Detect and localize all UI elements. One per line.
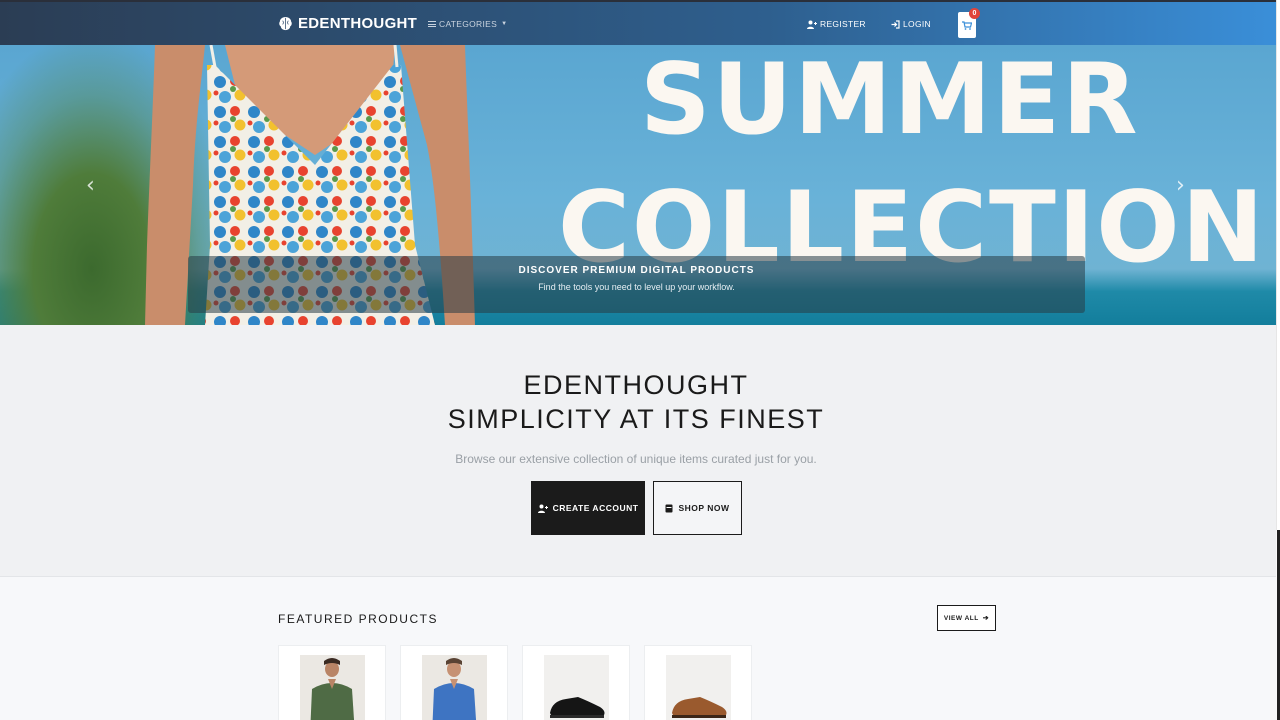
register-label: REGISTER	[820, 19, 866, 29]
navbar: EDENTHOUGHT CATEGORIES ▼ REGISTER LOGIN …	[0, 0, 1280, 45]
intro-subtitle: Browse our extensive collection of uniqu…	[455, 452, 817, 466]
cart-icon	[962, 20, 972, 30]
create-account-label: CREATE ACCOUNT	[552, 503, 639, 513]
intro-heading-line1: EDENTHOUGHT	[523, 370, 749, 400]
user-plus-icon	[537, 504, 548, 513]
categories-label: CATEGORIES	[439, 19, 498, 29]
blue-shirt-man-image	[422, 655, 487, 720]
login-link[interactable]: LOGIN	[891, 19, 931, 29]
carousel-prev-arrow[interactable]: ‹	[86, 173, 95, 198]
product-card[interactable]	[644, 645, 752, 720]
store-icon	[665, 504, 673, 512]
arrow-right-icon: ➔	[982, 615, 990, 622]
intro-heading-line2: SIMPLICITY AT ITS FINEST	[447, 404, 825, 434]
user-plus-icon	[807, 20, 817, 29]
featured-products-title: FEATURED PRODUCTS	[278, 612, 438, 626]
view-all-label: VIEW ALL	[943, 614, 979, 622]
menu-icon	[428, 20, 436, 29]
login-label: LOGIN	[903, 19, 931, 29]
shop-now-label: SHOP NOW	[678, 503, 730, 513]
sign-in-icon	[891, 19, 900, 29]
intro-section: EDENTHOUGHT SIMPLICITY AT ITS FINEST Bro…	[0, 325, 1280, 577]
hero-caption: DISCOVER PREMIUM DIGITAL PRODUCTS Find t…	[188, 256, 1085, 313]
brown-dress-shoe-image	[666, 655, 731, 720]
product-card[interactable]	[278, 645, 386, 720]
cart-count-badge: 0	[969, 8, 980, 19]
hero-carousel: SUMMER COLLECTION ‹ › DISCOVER PREMIUM D…	[0, 45, 1280, 325]
caret-down-icon: ▼	[501, 21, 508, 27]
view-all-button[interactable]: VIEW ALL ➔	[937, 605, 996, 631]
create-account-button[interactable]: CREATE ACCOUNT	[531, 481, 645, 535]
register-link[interactable]: REGISTER	[807, 19, 866, 29]
hero-title-line1: SUMMER	[640, 45, 1140, 157]
carousel-next-arrow[interactable]: ›	[1176, 173, 1185, 198]
categories-dropdown[interactable]: CATEGORIES ▼	[428, 19, 507, 29]
brand-link[interactable]: EDENTHOUGHT	[278, 15, 417, 32]
shop-now-button[interactable]: SHOP NOW	[653, 481, 742, 535]
hero-caption-heading: DISCOVER PREMIUM DIGITAL PRODUCTS	[518, 265, 755, 276]
product-card[interactable]	[522, 645, 630, 720]
black-dress-shoe-image	[544, 655, 609, 720]
hero-caption-text: Find the tools you need to level up your…	[538, 282, 735, 292]
brain-logo-icon	[279, 16, 292, 31]
product-card[interactable]	[400, 645, 508, 720]
scrollbar-thumb[interactable]	[1276, 0, 1280, 530]
brand-name: EDENTHOUGHT	[298, 15, 418, 32]
green-shirt-man-image	[300, 655, 365, 720]
